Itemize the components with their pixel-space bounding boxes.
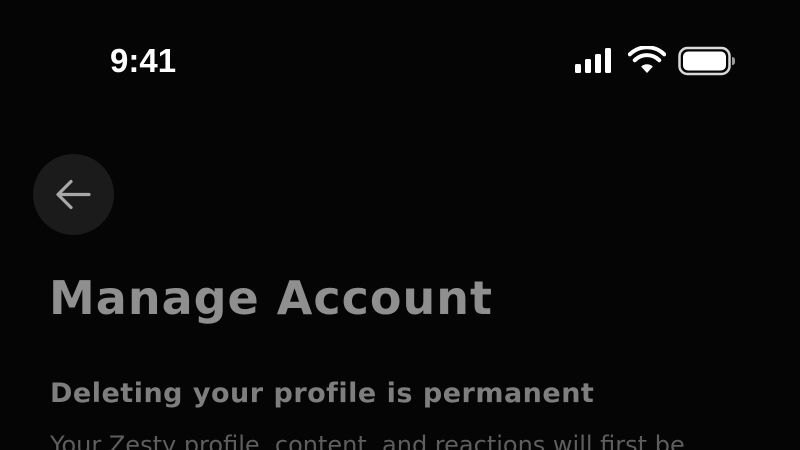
manage-account-screen: 9:41 Manage Account Deleting your profil…: [0, 0, 800, 450]
cellular-signal-icon: [575, 47, 615, 73]
wifi-icon: [628, 46, 666, 73]
battery-icon: [678, 46, 735, 76]
page-title: Manage Account: [49, 271, 493, 325]
section-heading: Deleting your profile is permanent: [50, 378, 595, 409]
status-time: 9:41: [110, 42, 177, 79]
arrow-left-icon: [56, 179, 91, 210]
status-icons: [575, 44, 735, 78]
deletion-description: Your Zesty profile, content, and reactio…: [50, 431, 685, 450]
back-button[interactable]: [33, 154, 114, 235]
